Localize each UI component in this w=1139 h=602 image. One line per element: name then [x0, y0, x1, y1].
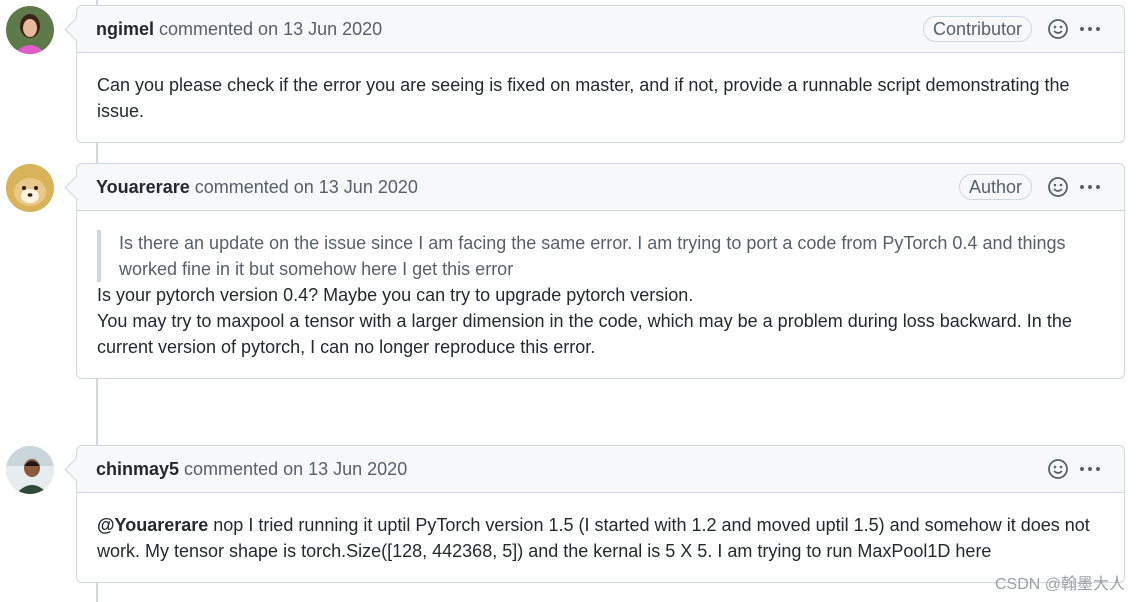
comment-timestamp[interactable]: commented on 13 Jun 2020 [195, 177, 418, 198]
comment-author[interactable]: ngimel [96, 19, 154, 40]
comment-text-rest: nop I tried running it uptil PyTorch ver… [97, 515, 1090, 561]
comment-header: ngimel commented on 13 Jun 2020 Contribu… [77, 6, 1124, 53]
comment-author[interactable]: chinmay5 [96, 459, 179, 480]
comment-card: Youarerare commented on 13 Jun 2020 Auth… [76, 163, 1125, 379]
comment-text: Can you please check if the error you ar… [97, 75, 1070, 121]
avatar-youarerare[interactable] [6, 164, 54, 212]
role-badge: Contributor [922, 16, 1032, 42]
comment-author[interactable]: Youarerare [96, 177, 190, 198]
avatar-ngimel[interactable] [6, 6, 54, 54]
comment-timestamp[interactable]: commented on 13 Jun 2020 [159, 19, 382, 40]
comment-card: chinmay5 commented on 13 Jun 2020 @Youar… [76, 445, 1125, 583]
comment-timestamp[interactable]: commented on 13 Jun 2020 [184, 459, 407, 480]
watermark: CSDN @翰墨大人 [994, 576, 1125, 593]
comment-text: Is your pytorch version 0.4? Maybe you c… [97, 285, 694, 305]
kebab-horizontal-icon[interactable] [1080, 467, 1100, 471]
user-mention[interactable]: @Youarerare [97, 515, 208, 535]
comment-body: @Youarerare nop I tried running it uptil… [77, 493, 1124, 582]
comment-header: Youarerare commented on 13 Jun 2020 Auth… [77, 164, 1124, 211]
smiley-icon[interactable] [1046, 17, 1070, 41]
avatar-chinmay5[interactable] [6, 446, 54, 494]
kebab-horizontal-icon[interactable] [1080, 185, 1100, 189]
comment-card: ngimel commented on 13 Jun 2020 Contribu… [76, 5, 1125, 143]
comment-header: chinmay5 commented on 13 Jun 2020 [77, 446, 1124, 493]
smiley-icon[interactable] [1046, 457, 1070, 481]
comment-text: @Youarerare nop I tried running it uptil… [97, 512, 1104, 564]
comment-body: Is there an update on the issue since I … [77, 211, 1124, 378]
role-badge: Author [958, 174, 1032, 200]
comment-text: You may try to maxpool a tensor with a l… [97, 311, 1072, 357]
blockquote: Is there an update on the issue since I … [97, 230, 1104, 282]
comment-body: Can you please check if the error you ar… [77, 53, 1124, 142]
kebab-horizontal-icon[interactable] [1080, 27, 1100, 31]
smiley-icon[interactable] [1046, 175, 1070, 199]
